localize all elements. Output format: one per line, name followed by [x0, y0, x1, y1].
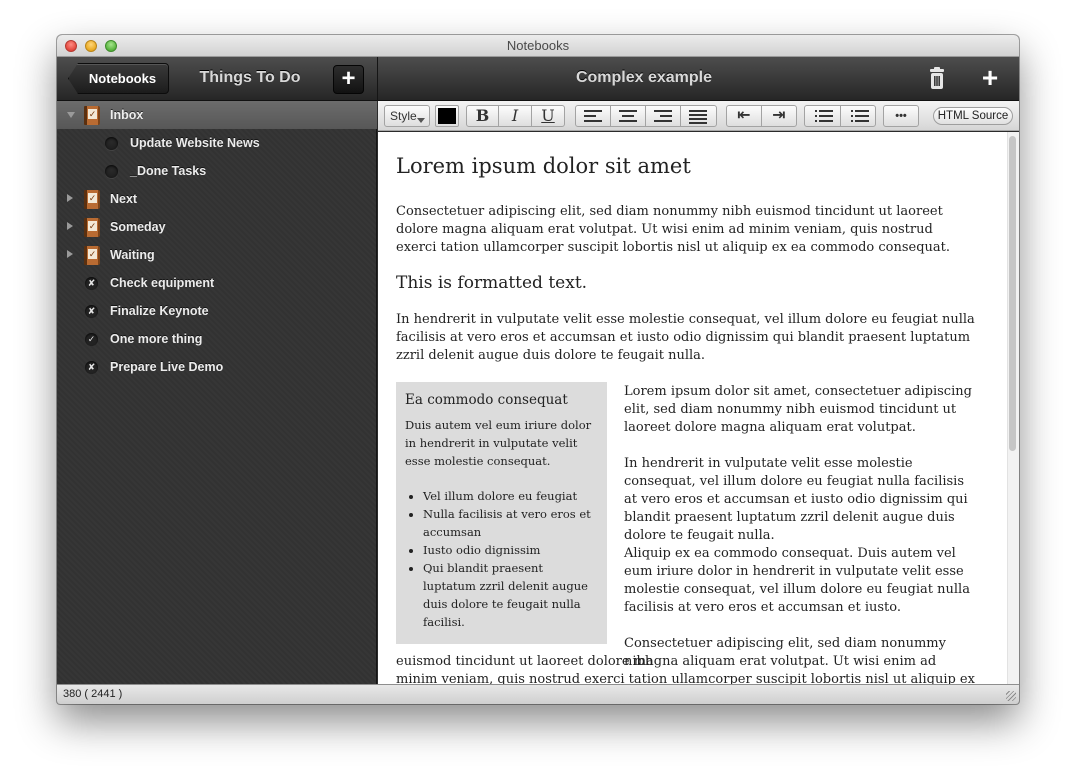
numbered-list-button[interactable]	[804, 105, 841, 127]
sidebar-item-label: _Done Tasks	[130, 164, 207, 178]
justify-button[interactable]	[680, 105, 717, 127]
list-item: Nulla facilisis at vero eros et accumsan	[423, 505, 598, 541]
doc-paragraph: Aliquip ex ea commodo consequat. Duis au…	[624, 546, 970, 615]
cross-mark-icon[interactable]: ✘	[85, 305, 98, 318]
sidebar-item-label: Inbox	[110, 108, 144, 122]
align-left-button[interactable]	[575, 105, 611, 127]
outdent-icon: ⇤	[737, 107, 751, 124]
justify-icon	[689, 110, 707, 124]
notebook-icon	[84, 246, 100, 265]
align-right-button[interactable]	[645, 105, 681, 127]
disclosure-right-icon[interactable]	[67, 250, 73, 258]
note-title: Complex example	[575, 69, 713, 86]
align-center-icon	[619, 110, 637, 122]
sidebar-item-one-more-thing[interactable]: ✓ One more thing	[57, 325, 377, 353]
task-checkbox[interactable]	[105, 165, 118, 178]
outdent-button[interactable]: ⇤	[726, 105, 762, 127]
indent-button[interactable]: ⇥	[761, 105, 797, 127]
html-source-button[interactable]: HTML Source	[933, 107, 1013, 125]
doc-paragraph: Lorem ipsum dolor sit amet, consectetuer…	[624, 384, 972, 435]
notebook-icon	[84, 218, 100, 237]
sidebar-item-label: Next	[110, 192, 138, 206]
align-left-icon	[584, 110, 602, 122]
title-bar[interactable]: Notebooks	[57, 35, 1019, 57]
sidebar-item-prepare-live-demo[interactable]: ✘ Prepare Live Demo	[57, 353, 377, 381]
disclosure-right-icon[interactable]	[67, 194, 73, 202]
bold-button[interactable]: B	[466, 105, 499, 127]
trash-icon[interactable]	[926, 67, 948, 91]
style-dropdown[interactable]: Style	[384, 105, 430, 127]
sidebar-item-label: Update Website News	[130, 136, 260, 150]
sidebox-text: Duis autem vel eum iriure dolor in hendr…	[405, 418, 592, 468]
scrollbar-thumb[interactable]	[1009, 136, 1016, 451]
list-item: Iusto odio dignissim	[423, 541, 598, 559]
add-item-button[interactable]: +	[333, 65, 364, 94]
disclosure-right-icon[interactable]	[67, 222, 73, 230]
editor-scrollbar[interactable]	[1007, 132, 1019, 684]
format-toolbar: Style B I U ⇤ ⇥ ••• HTML Source	[378, 101, 1019, 131]
doc-heading: Lorem ipsum dolor sit amet	[396, 154, 691, 178]
sidebar-item-label: Someday	[110, 220, 166, 234]
sidebar-item-label: One more thing	[110, 332, 203, 346]
sidebar-item-label: Check equipment	[110, 276, 215, 290]
word-count: 380 ( 2441 )	[63, 688, 123, 700]
cross-mark-icon[interactable]: ✘	[85, 277, 98, 290]
bullet-list-button[interactable]	[840, 105, 876, 127]
check-mark-icon[interactable]: ✓	[85, 333, 98, 346]
sidebar-item-finalize-keynote[interactable]: ✘ Finalize Keynote	[57, 297, 377, 325]
sidebox-list: Vel illum dolore eu feugiat Nulla facili…	[405, 487, 598, 631]
bullet-list-icon	[851, 110, 869, 122]
text-color-button[interactable]	[435, 105, 459, 127]
sidebar-item-next[interactable]: Next	[57, 185, 377, 213]
top-toolbar: Notebooks Things To Do + Complex example…	[57, 57, 1019, 101]
sidebar-item-done-tasks[interactable]: _Done Tasks	[57, 157, 377, 185]
sidebox-title: Ea commodo consequat	[405, 392, 568, 408]
list-title: Things To Do	[199, 69, 301, 86]
sidebar-item-inbox[interactable]: Inbox	[57, 101, 377, 129]
notebook-icon	[84, 190, 100, 209]
resize-grip-icon[interactable]	[1006, 691, 1016, 701]
sidebar-item-update-website-news[interactable]: Update Website News	[57, 129, 377, 157]
numbered-list-icon	[815, 110, 833, 122]
back-to-notebooks-button[interactable]: Notebooks	[68, 63, 169, 94]
indent-icon: ⇥	[772, 107, 786, 124]
task-checkbox[interactable]	[105, 137, 118, 150]
doc-paragraph: euismod tincidunt ut laoreet dolore magn…	[396, 654, 975, 684]
color-swatch	[438, 108, 456, 124]
note-editor[interactable]: Lorem ipsum dolor sit amet Consectetuer …	[378, 132, 1019, 684]
doc-paragraph: In hendrerit in vulputate velit esse mol…	[396, 312, 975, 363]
align-center-button[interactable]	[610, 105, 646, 127]
underline-button[interactable]: U	[531, 105, 565, 127]
sidebar-item-someday[interactable]: Someday	[57, 213, 377, 241]
sidebar-item-check-equipment[interactable]: ✘ Check equipment	[57, 269, 377, 297]
doc-paragraph: In hendrerit in vulputate velit esse mol…	[624, 456, 968, 543]
list-item: Qui blandit praesent luptatum zzril dele…	[423, 559, 598, 631]
status-bar: 380 ( 2441 )	[57, 684, 1019, 704]
doc-sidebox: Ea commodo consequat Duis autem vel eum …	[396, 382, 607, 644]
doc-subheading: This is formatted text.	[396, 273, 588, 293]
align-right-icon	[654, 110, 672, 122]
notebook-icon	[84, 106, 100, 125]
italic-button[interactable]: I	[498, 105, 532, 127]
sidebar-item-label: Prepare Live Demo	[110, 360, 224, 374]
sidebar-item-label: Waiting	[110, 248, 155, 262]
cross-mark-icon[interactable]: ✘	[85, 361, 98, 374]
sidebar-item-label: Finalize Keynote	[110, 304, 209, 318]
app-window: Notebooks Notebooks Things To Do + Compl…	[57, 35, 1019, 704]
list-item: Vel illum dolore eu feugiat	[423, 487, 598, 505]
add-note-button[interactable]: +	[977, 62, 1003, 94]
disclosure-down-icon[interactable]	[67, 112, 75, 118]
window-title: Notebooks	[506, 38, 570, 53]
doc-paragraph: Consectetuer adipiscing elit, sed diam n…	[396, 204, 951, 255]
sidebar-item-waiting[interactable]: Waiting	[57, 241, 377, 269]
sidebar: Inbox Update Website News _Done Tasks Ne…	[57, 101, 377, 684]
more-options-button[interactable]: •••	[883, 105, 919, 127]
